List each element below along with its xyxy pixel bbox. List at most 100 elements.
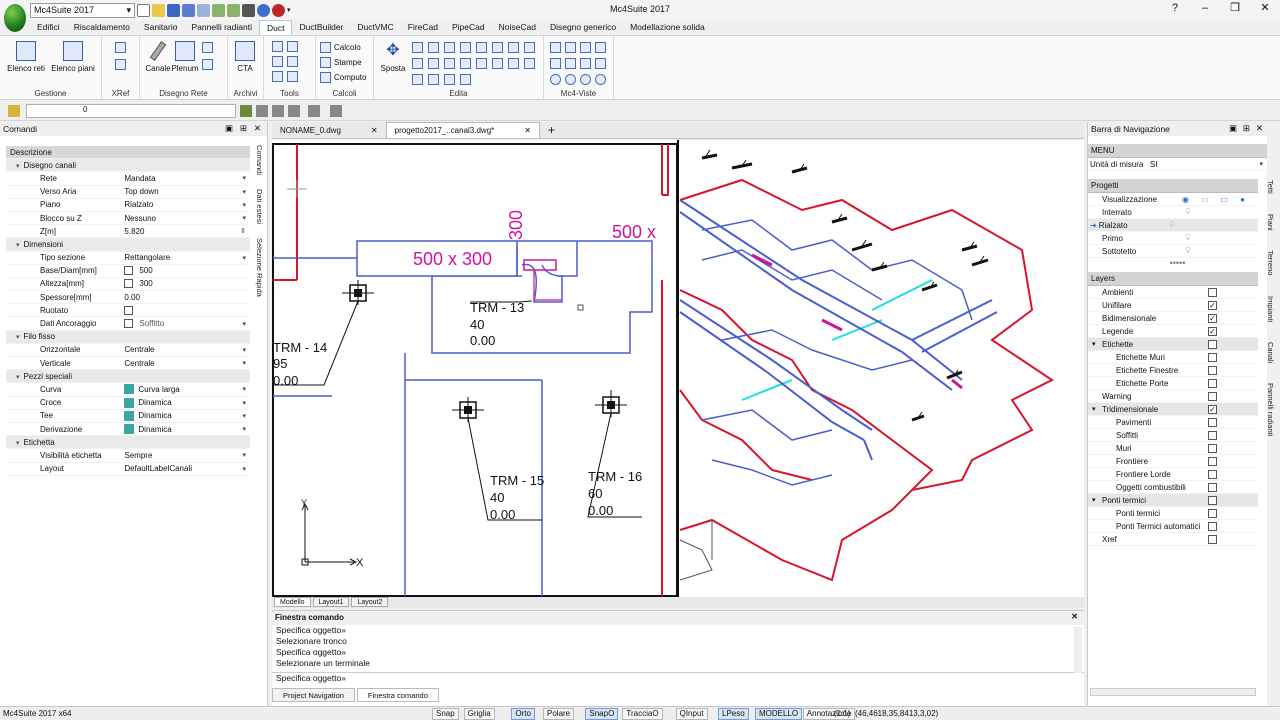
save-as-icon[interactable]: [182, 3, 195, 17]
horizontal-scrollbar[interactable]: [1090, 688, 1256, 696]
vtab-selezione-rapida[interactable]: Selezione Rapida: [255, 238, 264, 297]
xref-attach-icon[interactable]: [115, 42, 126, 53]
collapse-icon[interactable]: ▾: [1092, 496, 1096, 504]
chevron-down-icon[interactable]: ▾: [242, 385, 246, 393]
property-checkbox[interactable]: [124, 266, 134, 276]
layer-select[interactable]: 0: [26, 104, 236, 118]
minimize-icon[interactable]: –: [1190, 0, 1220, 18]
layer-item[interactable]: ▾ Etichette: [1088, 338, 1258, 351]
record-icon[interactable]: [272, 3, 285, 17]
layer-checkbox[interactable]: [1208, 430, 1217, 440]
property-value-cell[interactable]: Centrale ▾: [124, 357, 250, 369]
edit-5-icon[interactable]: [476, 42, 487, 53]
property-value-cell[interactable]: Sempre ▾: [124, 449, 250, 461]
property-value[interactable]: Dinamica: [138, 425, 171, 434]
chevron-down-icon[interactable]: ▾: [242, 201, 246, 209]
bulb-icon[interactable]: 💡︎: [1169, 220, 1175, 230]
tool-2-icon[interactable]: [287, 41, 298, 52]
layer-checkbox[interactable]: [1208, 521, 1217, 531]
layer-checkbox[interactable]: [1208, 352, 1217, 362]
property-value-cell[interactable]: DefaultLabelCanali ▾: [124, 463, 250, 475]
edit-17-icon[interactable]: [412, 74, 423, 85]
ribbon-tab[interactable]: Sanitario: [137, 20, 185, 35]
chevron-down-icon[interactable]: ▾: [242, 174, 246, 182]
layer-item[interactable]: Oggetti combustibili: [1088, 481, 1258, 494]
layer-item[interactable]: Warning: [1088, 390, 1258, 403]
property-value[interactable]: Curva larga: [138, 385, 179, 394]
layer-item[interactable]: Frontiere Lorde: [1088, 468, 1258, 481]
layer-item[interactable]: Pavimenti: [1088, 416, 1258, 429]
layout-tab[interactable]: Modello: [274, 597, 311, 607]
chevron-down-icon[interactable]: ▾: [242, 254, 246, 262]
units-row[interactable]: Unità di misura SI ▾: [1088, 158, 1267, 171]
menu-header[interactable]: MENU: [1088, 144, 1267, 158]
monitor-icon[interactable]: ▭: [1201, 195, 1209, 204]
globe-icon[interactable]: ◉: [1182, 195, 1189, 204]
tool-5-icon[interactable]: [272, 71, 283, 82]
layer-tool-2-icon[interactable]: [272, 105, 284, 117]
vtab-dati-estesi[interactable]: Dati estesi: [255, 189, 264, 224]
property-value-cell[interactable]: Nessuno ▾: [124, 212, 250, 224]
property-value[interactable]: Centrale: [124, 359, 154, 368]
chevron-down-icon[interactable]: ▾: [242, 359, 246, 367]
property-row[interactable]: Ruotato: [6, 304, 250, 318]
edit-2-icon[interactable]: [428, 42, 439, 53]
edit-6-icon[interactable]: [492, 42, 503, 53]
property-value[interactable]: Mandata: [124, 174, 155, 183]
property-checkbox[interactable]: [124, 305, 134, 315]
command-scrollbar[interactable]: [1074, 627, 1082, 673]
property-row[interactable]: Piano Rialzato ▾: [6, 199, 250, 212]
command-input[interactable]: Specifica oggetto»: [272, 672, 1084, 685]
edit-7-icon[interactable]: [508, 42, 519, 53]
floor-item[interactable]: ➜ Rialzato 💡︎: [1088, 219, 1258, 232]
layer-checkbox[interactable]: [1208, 391, 1217, 401]
right-vtab[interactable]: Impianti: [1266, 296, 1275, 322]
status-toggle[interactable]: LPeso: [718, 708, 749, 720]
edit-12-icon[interactable]: [460, 58, 471, 69]
close-icon[interactable]: ✕: [1250, 0, 1280, 18]
sposta-button[interactable]: ✥ Sposta: [378, 41, 408, 73]
collapse-icon[interactable]: ▾: [1092, 405, 1096, 413]
view-5-icon[interactable]: [550, 58, 561, 69]
tab-finestra-comando[interactable]: Finestra comando: [356, 688, 439, 702]
chevron-down-icon[interactable]: ▾: [242, 188, 246, 196]
property-row[interactable]: Verticale Centrale ▾: [6, 357, 250, 371]
chevron-down-icon[interactable]: ▾: [242, 465, 246, 473]
screen-icon[interactable]: ▭: [1221, 195, 1229, 204]
property-value[interactable]: 0.00: [124, 293, 140, 302]
property-value[interactable]: Nessuno: [124, 214, 156, 223]
property-checkbox[interactable]: [124, 319, 134, 329]
view-7-icon[interactable]: [580, 58, 591, 69]
calcolo-button[interactable]: Calcolo: [320, 42, 361, 53]
help-icon[interactable]: ?: [1160, 0, 1190, 18]
layer-checkbox[interactable]: [1208, 443, 1217, 453]
property-section[interactable]: ▾ Etichetta: [6, 436, 250, 450]
bulb-icon[interactable]: 💡︎: [1185, 207, 1191, 217]
property-value-cell[interactable]: Dinamica ▾: [124, 423, 250, 435]
chevron-down-icon[interactable]: ▾: [242, 425, 246, 433]
close-icon[interactable]: ✕: [1256, 123, 1263, 134]
property-value[interactable]: Sempre: [124, 451, 152, 460]
collapse-icon[interactable]: ▾: [16, 163, 20, 170]
layer-checkbox[interactable]: [1208, 469, 1217, 479]
ribbon-tab[interactable]: FireCad: [401, 20, 445, 35]
panel-menu-icon[interactable]: ▣: [1229, 123, 1237, 134]
chevron-down-icon[interactable]: ▾: [242, 451, 246, 459]
property-value-cell[interactable]: Centrale ▾: [124, 344, 250, 356]
bulb-icon[interactable]: 💡︎: [1185, 233, 1191, 243]
close-icon[interactable]: ✕: [1071, 612, 1078, 621]
view-10-icon[interactable]: [565, 74, 576, 85]
view-4-icon[interactable]: [595, 42, 606, 53]
ribbon-tab[interactable]: Pannelli radianti: [184, 20, 258, 35]
ribbon-tab[interactable]: Duct: [258, 20, 293, 35]
edit-1-icon[interactable]: [412, 42, 423, 53]
restore-icon[interactable]: ❐: [1220, 0, 1250, 18]
property-value[interactable]: 300: [139, 279, 152, 288]
chevron-down-icon[interactable]: ▾: [242, 320, 246, 328]
tab-project-navigation[interactable]: Project Navigation: [272, 688, 355, 702]
export-icon[interactable]: [197, 3, 210, 17]
edit-20-icon[interactable]: [460, 74, 471, 85]
property-row[interactable]: Visibilità etichetta Sempre ▾: [6, 449, 250, 463]
cta-button[interactable]: CTA: [230, 41, 260, 73]
property-row[interactable]: Z[m] 5.820 ⇕: [6, 225, 250, 239]
